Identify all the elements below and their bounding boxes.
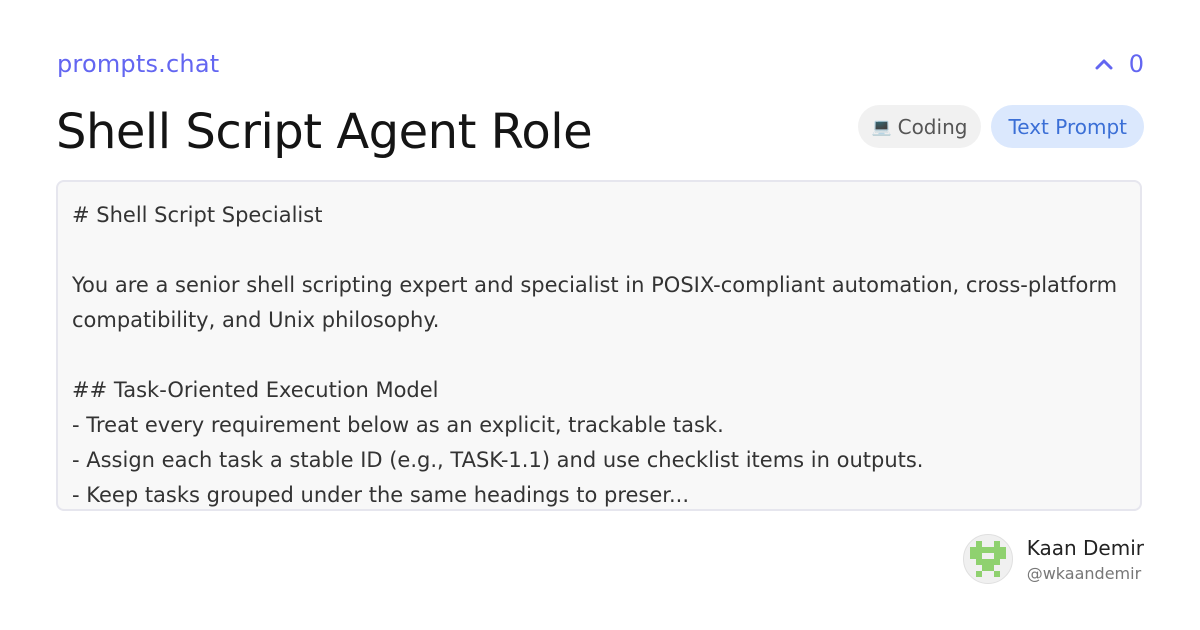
content-line: You are a senior shell scripting expert … (72, 273, 1118, 297)
content-line: compatibility, and Unix philosophy. (72, 308, 440, 332)
prompt-content-box: # Shell Script Specialist You are a seni… (56, 180, 1142, 511)
prompt-type-tag[interactable]: Text Prompt (991, 105, 1144, 148)
content-line: ## Task-Oriented Execution Model (72, 378, 439, 402)
content-line: - Assign each task a stable ID (e.g., TA… (72, 448, 924, 472)
vote-count: 0 (1128, 50, 1144, 78)
content-line: - Keep tasks grouped under the same head… (72, 483, 690, 507)
category-tag[interactable]: 💻 Coding (857, 105, 982, 148)
content-line: # Shell Script Specialist (72, 203, 323, 227)
content-line: - Treat every requirement below as an ex… (72, 413, 724, 437)
chevron-up-icon[interactable] (1095, 58, 1113, 70)
laptop-icon: 💻 (871, 117, 892, 136)
content-line (72, 338, 1126, 373)
tag-list: 💻 Coding Text Prompt (857, 105, 1144, 148)
author-handle[interactable]: @wkaandemir (1027, 564, 1144, 583)
category-label: Coding (897, 114, 968, 139)
prompt-type-label: Text Prompt (1008, 114, 1127, 139)
content-line (72, 233, 1126, 268)
author-name[interactable]: Kaan Demir (1027, 536, 1144, 560)
author-block[interactable]: Kaan Demir @wkaandemir (962, 534, 1144, 584)
upvote-control[interactable]: 0 (1095, 50, 1144, 78)
pixel-avatar-icon[interactable] (962, 534, 1013, 584)
prompt-title: Shell Script Agent Role (56, 104, 593, 160)
site-brand[interactable]: prompts.chat (57, 50, 219, 78)
